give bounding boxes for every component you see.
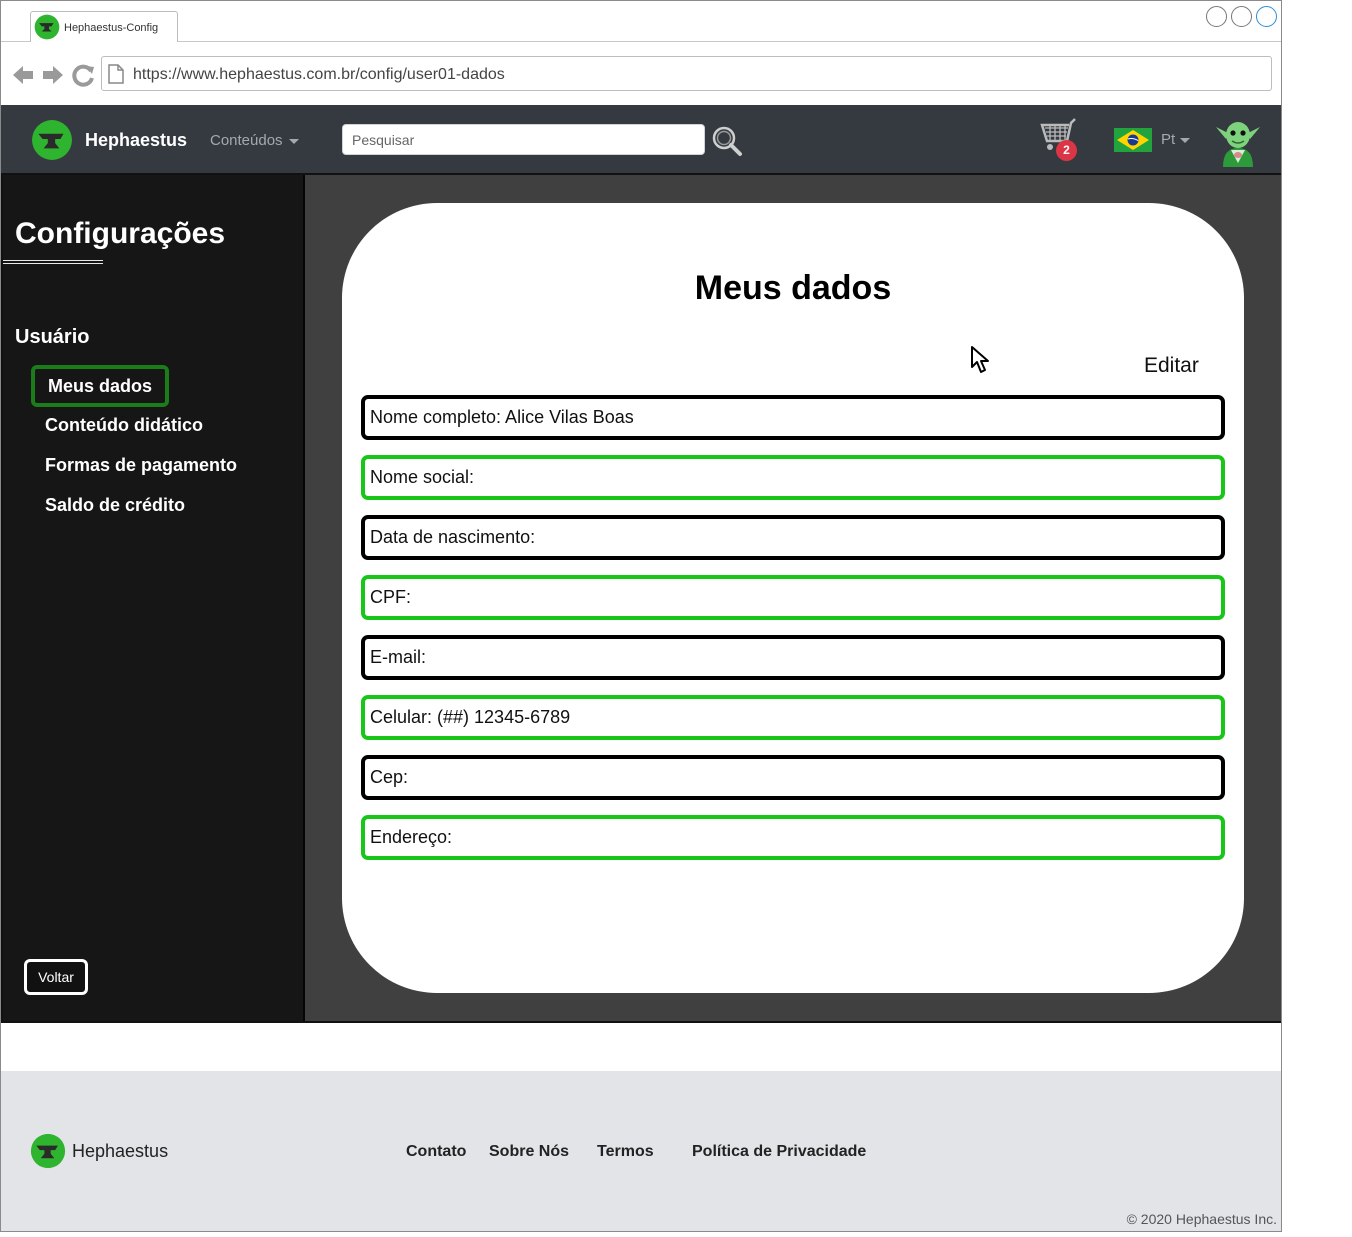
title-divider [3, 260, 103, 261]
sidebar-item-conteudo-didatico[interactable]: Conteúdo didático [31, 405, 217, 447]
field-cpf[interactable]: CPF: [361, 575, 1225, 620]
anvil-logo-icon[interactable] [31, 119, 73, 161]
title-divider [3, 263, 103, 264]
sidebar-section-heading: Usuário [15, 326, 90, 348]
field-endereco[interactable]: Endereço: [361, 815, 1225, 860]
edit-button[interactable]: Editar [1144, 354, 1199, 378]
chevron-down-icon [288, 138, 299, 144]
footer-brand: Hephaestus [72, 1141, 169, 1161]
field-nome-social[interactable]: Nome social: [361, 455, 1225, 500]
language-dropdown[interactable]: Pt [1161, 131, 1191, 148]
reload-icon[interactable] [72, 63, 96, 87]
mouse-cursor-icon [971, 346, 989, 373]
field-celular[interactable]: Celular: (##) 12345-6789 [361, 695, 1225, 740]
url-field[interactable]: https://www.hephaestus.com.br/config/use… [101, 56, 1272, 91]
footer: Hephaestus Contato Sobre Nós Termos Polí… [1, 1071, 1281, 1231]
window-controls [1206, 6, 1277, 27]
field-data-de-nascimento[interactable]: Data de nascimento: [361, 515, 1225, 560]
field-email[interactable]: E-mail: [361, 635, 1225, 680]
minimize-button[interactable] [1206, 6, 1227, 27]
brazil-flag-icon[interactable] [1114, 128, 1152, 152]
page-icon [108, 64, 124, 84]
field-cep[interactable]: Cep: [361, 755, 1225, 800]
close-button[interactable] [1256, 6, 1277, 27]
field-nome-completo[interactable]: Nome completo: Alice Vilas Boas [361, 395, 1225, 440]
profile-card: Meus dados Editar Nome completo: Alice V… [342, 203, 1244, 993]
page-title: Meus dados [694, 269, 892, 307]
maximize-button[interactable] [1231, 6, 1252, 27]
main-region: Configurações Usuário Meus dados Conteúd… [1, 173, 1281, 1023]
browser-window: Hephaestus-Config https://www.hephaestus… [0, 0, 1282, 1232]
search-input[interactable] [342, 124, 705, 155]
chevron-down-icon [1180, 137, 1191, 143]
conteudos-dropdown[interactable]: Conteúdos [210, 132, 299, 149]
address-bar: https://www.hephaestus.com.br/config/use… [1, 42, 1281, 105]
anvil-logo-icon [30, 1133, 66, 1169]
back-arrow-icon[interactable] [11, 63, 35, 87]
language-label: Pt [1161, 131, 1176, 148]
search-icon[interactable] [711, 125, 743, 157]
sidebar-title: Configurações [15, 217, 226, 250]
sidebar-item-meus-dados[interactable]: Meus dados [31, 365, 170, 407]
footer-link-politica-de-privacidade[interactable]: Política de Privacidade [692, 1143, 866, 1161]
conteudos-label: Conteúdos [210, 132, 283, 149]
sidebar-item-saldo-de-credito[interactable]: Saldo de crédito [31, 485, 199, 527]
footer-link-contato[interactable]: Contato [406, 1143, 466, 1161]
brand-name[interactable]: Hephaestus [85, 130, 187, 151]
cart-count-badge: 2 [1056, 140, 1077, 161]
goblin-avatar-icon[interactable] [1214, 115, 1262, 167]
footer-link-termos[interactable]: Termos [597, 1143, 654, 1161]
app-navbar: Hephaestus Conteúdos 2 Pt [1, 105, 1281, 173]
footer-link-sobre-nos[interactable]: Sobre Nós [489, 1143, 569, 1161]
sidebar-item-formas-de-pagamento[interactable]: Formas de pagamento [31, 445, 251, 487]
forward-arrow-icon[interactable] [41, 63, 65, 87]
sidebar: Configurações Usuário Meus dados Conteúd… [3, 175, 305, 1021]
back-button[interactable]: Voltar [24, 959, 88, 995]
browser-tab[interactable]: Hephaestus-Config [30, 11, 178, 42]
tab-title: Hephaestus-Config [64, 22, 159, 34]
tab-bar: Hephaestus-Config [1, 1, 1281, 42]
anvil-logo-icon [34, 14, 60, 40]
copyright: © 2020 Hephaestus Inc. [1126, 1211, 1277, 1227]
url-text: https://www.hephaestus.com.br/config/use… [133, 66, 505, 83]
